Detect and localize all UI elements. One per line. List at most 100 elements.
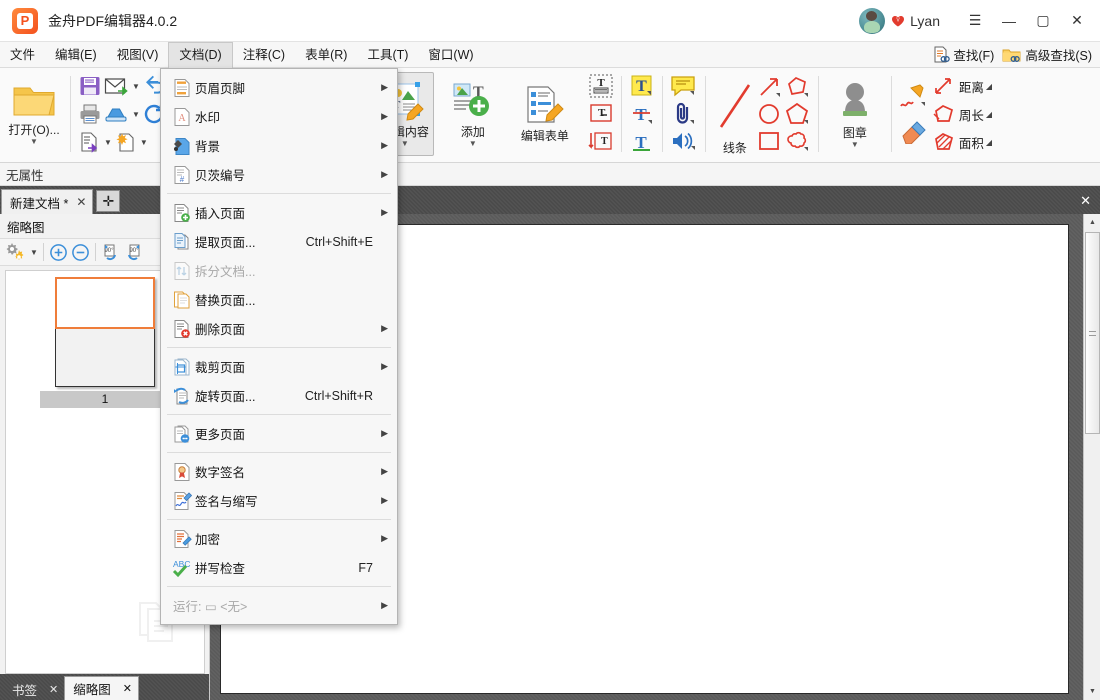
chevron-down-icon[interactable]: ▼	[132, 82, 140, 91]
eraser-icon[interactable]	[899, 120, 929, 144]
new-tab-button[interactable]: ✛	[96, 190, 121, 212]
close-icon[interactable]: ✕	[123, 682, 132, 695]
zoom-out-icon[interactable]	[71, 243, 90, 262]
menu-entry-digital-signature[interactable]: 数字签名 ▶	[161, 457, 397, 486]
menu-entry-signature-initials[interactable]: 签名与缩写 ▶	[161, 486, 397, 515]
document-menu-dropdown[interactable]: 页眉页脚 ▶ A 水印 ▶ 背景 ▶ # 贝茨编号 ▶ 插入页面 ▶ 提取页面.…	[160, 68, 398, 625]
cloud-icon[interactable]	[785, 128, 811, 154]
menu-item-document[interactable]: 文档(D)	[168, 41, 233, 68]
panel-tab-thumbnails-label: 缩略图	[73, 683, 111, 697]
menu-entry-bates-numbering[interactable]: # 贝茨编号 ▶	[161, 160, 397, 189]
chevron-down-icon[interactable]: ▼	[132, 110, 140, 119]
scroll-down-icon[interactable]: ▼	[1084, 683, 1100, 700]
attachment-icon[interactable]	[670, 101, 698, 127]
distance-row[interactable]: 距离 ◢	[931, 73, 992, 99]
menu-item-window[interactable]: 窗口(W)	[418, 42, 483, 68]
chevron-down-icon[interactable]: ▼	[469, 140, 477, 148]
document-tab[interactable]: 新建文档 * ✕	[1, 189, 94, 214]
rotate-right-90-icon[interactable]: 90°	[126, 242, 148, 262]
print-icon[interactable]	[78, 103, 102, 125]
menu-entry-spell-check[interactable]: ABC 拼写检查 F7	[161, 553, 397, 582]
area-row[interactable]: 面积 ◢	[931, 129, 992, 155]
menu-entry-more-pages-label: 更多页面	[195, 428, 246, 442]
minimize-icon[interactable]: —	[992, 6, 1026, 36]
ocr-text-icon[interactable]: T	[588, 73, 614, 99]
menu-entry-rotate-page[interactable]: 旋转页面... Ctrl+Shift+R	[161, 381, 397, 410]
save-icon[interactable]	[78, 74, 102, 98]
close-icon[interactable]: ✕	[76, 195, 86, 209]
ellipse-icon[interactable]	[757, 101, 783, 127]
close-icon[interactable]: ✕	[49, 683, 58, 696]
menu-entry-background[interactable]: 背景 ▶	[161, 131, 397, 160]
thumbnail-page-preview[interactable]	[55, 277, 155, 387]
chevron-down-icon[interactable]: ◢	[986, 138, 992, 147]
edit-form-button[interactable]: 编辑表单	[512, 72, 578, 156]
sticky-note-icon[interactable]	[670, 75, 698, 99]
chevron-down-icon[interactable]: ▼	[104, 138, 112, 147]
menu-item-tools[interactable]: 工具(T)	[357, 42, 418, 68]
chevron-down-icon[interactable]: ▼	[140, 138, 148, 147]
add-button[interactable]: T 添加 ▼	[444, 72, 502, 156]
menu-entry-delete-page[interactable]: 删除页面 ▶	[161, 314, 397, 343]
menu-item-file[interactable]: 文件	[0, 42, 45, 68]
scroll-up-icon[interactable]: ▲	[1084, 214, 1100, 231]
maximize-icon[interactable]: ▢	[1026, 6, 1060, 36]
open-button[interactable]: 打开(O)... ▼	[5, 72, 63, 156]
chevron-down-icon[interactable]: ◢	[986, 82, 992, 91]
polygon-icon[interactable]	[785, 101, 811, 127]
menu-entry-encrypt[interactable]: 加密 ▶	[161, 524, 397, 553]
thumbnail-item[interactable]: 1	[40, 277, 170, 408]
vertical-scrollbar[interactable]: ▲ ▼	[1083, 214, 1100, 700]
highlight-text-icon[interactable]: T	[629, 73, 655, 99]
close-icon[interactable]: ✕	[1060, 6, 1094, 36]
menu-entry-header-footer[interactable]: 页眉页脚 ▶	[161, 73, 397, 102]
menu-entry-insert-page[interactable]: 插入页面 ▶	[161, 198, 397, 227]
menu-entry-replace-page[interactable]: 替换页面...	[161, 285, 397, 314]
divider	[704, 76, 706, 152]
scan-icon[interactable]	[104, 104, 130, 124]
new-file-icon[interactable]	[114, 131, 138, 153]
chevron-down-icon[interactable]: ◢	[986, 110, 992, 119]
export-icon[interactable]	[78, 131, 102, 153]
text-box-icon[interactable]: T	[588, 101, 614, 127]
menu-entry-crop-page[interactable]: 裁剪页面 ▶	[161, 352, 397, 381]
pencil-icon[interactable]	[899, 84, 929, 110]
chevron-right-icon: ▶	[381, 111, 388, 121]
menu-item-comment[interactable]: 注释(C)	[233, 42, 295, 68]
settings-gear-icon[interactable]	[5, 241, 27, 263]
rotate-left-90-icon[interactable]: 90°	[101, 242, 123, 262]
panel-tab-bookmarks[interactable]: 书签 ✕	[4, 678, 64, 700]
text-flow-icon[interactable]: T	[588, 129, 614, 155]
menu-entry-more-pages[interactable]: 更多页面 ▶	[161, 419, 397, 448]
arrow-icon[interactable]	[757, 74, 783, 100]
panel-tab-thumbnails[interactable]: 缩略图 ✕	[64, 676, 139, 700]
split-document-icon	[169, 261, 195, 281]
rectangle-icon[interactable]	[757, 128, 783, 154]
close-all-tabs-icon[interactable]: ✕	[1075, 193, 1096, 209]
line-button[interactable]: 线条	[713, 72, 757, 156]
polyline-icon[interactable]	[785, 74, 811, 100]
menu-entry-watermark[interactable]: A 水印 ▶	[161, 102, 397, 131]
chevron-down-icon[interactable]: ▼	[851, 141, 859, 149]
hamburger-menu-icon[interactable]: ☰	[958, 6, 992, 36]
chevron-down-icon[interactable]: ▼	[30, 248, 38, 257]
underline-text-icon[interactable]: T	[629, 129, 655, 155]
menu-item-edit[interactable]: 编辑(E)	[45, 42, 107, 68]
menu-item-view[interactable]: 视图(V)	[107, 42, 169, 68]
audio-icon[interactable]	[670, 129, 698, 153]
menu-entry-extract-page[interactable]: 提取页面... Ctrl+Shift+E	[161, 227, 397, 256]
stamp-button[interactable]: 图章 ▼	[826, 72, 884, 156]
menu-item-form[interactable]: 表单(R)	[295, 42, 357, 68]
user-name[interactable]: Lyan	[910, 13, 940, 29]
menu-entry-spell-check-accel: F7	[358, 560, 373, 575]
chevron-down-icon[interactable]: ▼	[30, 138, 38, 146]
chevron-down-icon[interactable]: ▼	[401, 140, 409, 148]
email-icon[interactable]	[104, 76, 130, 96]
perimeter-row[interactable]: 周长 ◢	[931, 101, 992, 127]
strikethrough-text-icon[interactable]: T	[629, 101, 655, 127]
avatar[interactable]	[859, 7, 886, 34]
find-button[interactable]: 查找(F)	[932, 45, 994, 64]
scrollbar-thumb[interactable]	[1085, 232, 1100, 434]
advanced-find-button[interactable]: 高级查找(S)	[1002, 45, 1092, 64]
zoom-in-icon[interactable]	[49, 243, 68, 262]
